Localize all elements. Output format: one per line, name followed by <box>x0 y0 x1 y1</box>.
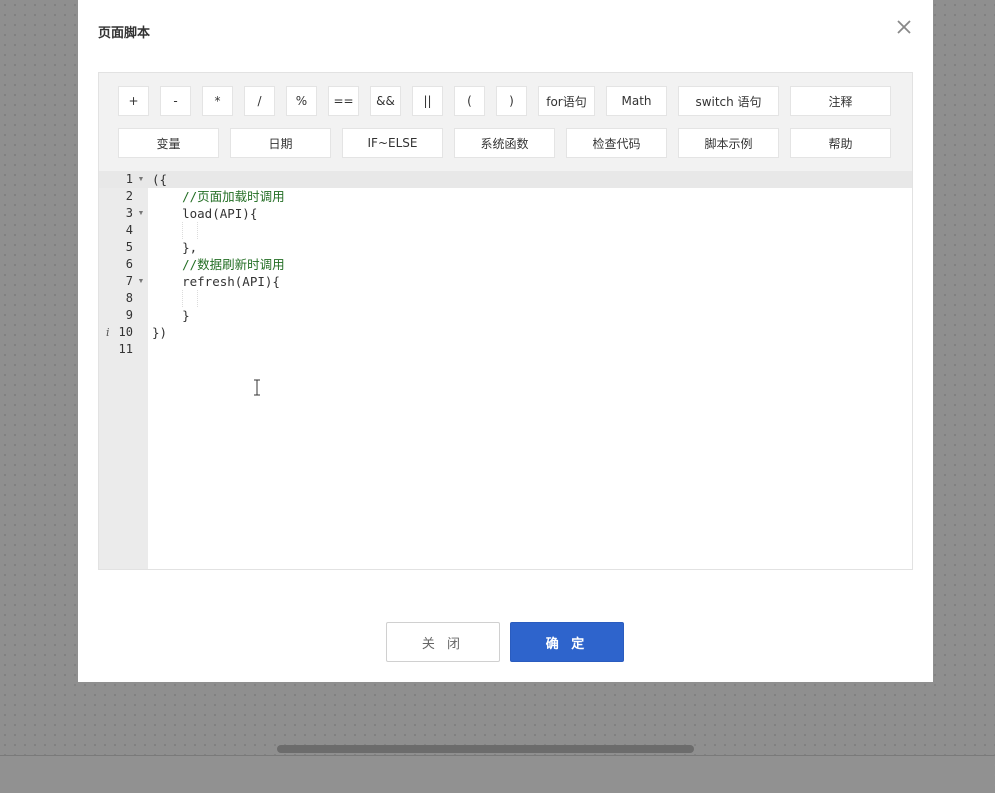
close-paren-button[interactable]: ) <box>496 86 527 116</box>
multiply-operator-button[interactable]: * <box>202 86 233 116</box>
system-function-button[interactable]: 系统函数 <box>454 128 555 158</box>
variable-button[interactable]: 变量 <box>118 128 219 158</box>
line-number: 7 <box>125 274 133 288</box>
script-toolbar: + - * / % == && || ( ) for语句 Math switch… <box>99 73 912 171</box>
script-example-button[interactable]: 脚本示例 <box>678 128 779 158</box>
code-line: } <box>152 308 190 323</box>
switch-statement-button[interactable]: switch 语句 <box>678 86 779 116</box>
code-editor[interactable]: 1 2 3 4 5 6 7 8 9 10 11 ▼ ▼ ▼ i ({ //页面加 <box>99 171 912 569</box>
for-statement-button[interactable]: for语句 <box>538 86 595 116</box>
line-number: 9 <box>125 308 133 322</box>
close-icon[interactable] <box>893 16 915 38</box>
fold-arrow-icon[interactable]: ▼ <box>137 273 145 290</box>
code-line: refresh(API){ <box>152 274 280 289</box>
fold-arrow-icon[interactable]: ▼ <box>137 205 145 222</box>
open-paren-button[interactable]: ( <box>454 86 485 116</box>
code-line: load(API){ <box>152 206 258 221</box>
line-number: 1 <box>125 172 133 186</box>
script-editor-panel: + - * / % == && || ( ) for语句 Math switch… <box>98 72 913 570</box>
line-number: 10 <box>118 325 133 339</box>
line-number: 4 <box>125 223 133 237</box>
confirm-button[interactable]: 确 定 <box>510 622 624 662</box>
if-else-button[interactable]: IF~ELSE <box>342 128 443 158</box>
code-line: ({ <box>152 172 168 187</box>
equals-operator-button[interactable]: == <box>328 86 359 116</box>
code-line-comment: //数据刷新时调用 <box>152 257 285 272</box>
date-button[interactable]: 日期 <box>230 128 331 158</box>
line-number: 6 <box>125 257 133 271</box>
math-button[interactable]: Math <box>606 86 667 116</box>
or-operator-button[interactable]: || <box>412 86 443 116</box>
and-operator-button[interactable]: && <box>370 86 401 116</box>
close-button[interactable]: 关 闭 <box>386 622 500 662</box>
active-line-highlight <box>99 171 912 188</box>
divide-operator-button[interactable]: / <box>244 86 275 116</box>
horizontal-scrollbar[interactable] <box>277 745 694 753</box>
info-annotation-icon[interactable]: i <box>106 324 114 341</box>
indent-guide <box>182 290 183 307</box>
code-line: }, <box>152 240 198 255</box>
code-line-comment: //页面加载时调用 <box>152 189 285 204</box>
minus-operator-button[interactable]: - <box>160 86 191 116</box>
text-cursor-icon <box>252 379 262 396</box>
help-button[interactable]: 帮助 <box>790 128 891 158</box>
line-number: 3 <box>125 206 133 220</box>
check-code-button[interactable]: 检查代码 <box>566 128 667 158</box>
indent-guide <box>197 290 198 307</box>
line-number: 5 <box>125 240 133 254</box>
indent-guide <box>182 222 183 239</box>
page-script-dialog: 页面脚本 + - * / % == && || ( ) for语句 Math s… <box>78 0 933 682</box>
fold-arrow-icon[interactable]: ▼ <box>137 171 145 188</box>
plus-operator-button[interactable]: + <box>118 86 149 116</box>
line-number: 11 <box>118 342 133 356</box>
bottom-status-strip <box>0 755 995 793</box>
line-number: 2 <box>125 189 133 203</box>
dialog-title: 页面脚本 <box>98 26 151 41</box>
comment-button[interactable]: 注释 <box>790 86 891 116</box>
modulo-operator-button[interactable]: % <box>286 86 317 116</box>
indent-guide <box>197 222 198 239</box>
line-number: 8 <box>125 291 133 305</box>
code-line: }) <box>152 325 168 340</box>
